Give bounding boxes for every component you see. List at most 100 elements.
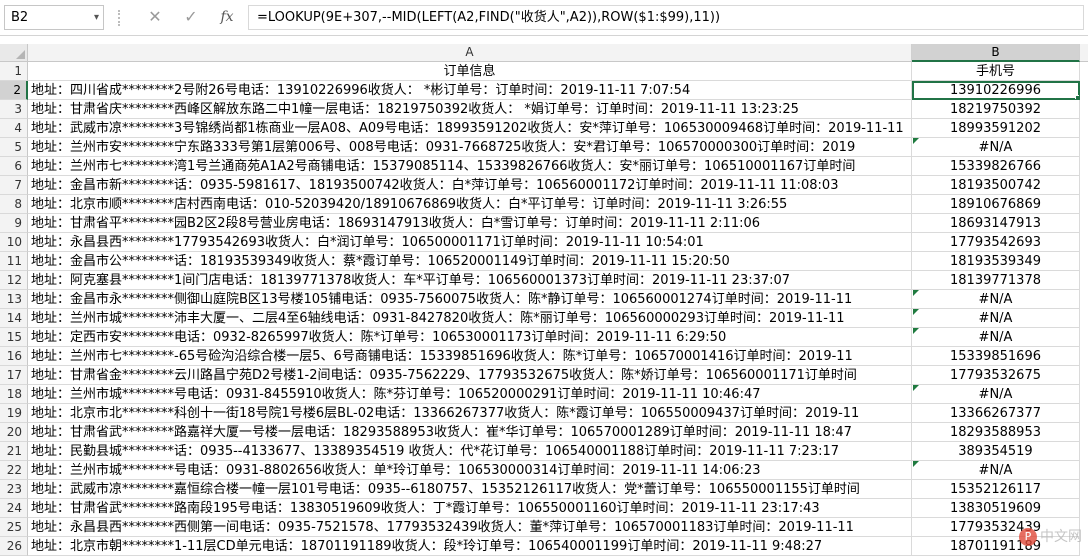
header-cell-order-info[interactable]: 订单信息 [28,62,912,81]
cell-value: #N/A [978,140,1013,155]
cell-order-info[interactable]: 地址：北京市北********科创十一街18号院1号楼6层BL-02电话：133… [28,404,912,423]
row-header[interactable]: 16 [0,347,28,366]
cell-order-info[interactable]: 地址：甘肃省平********园B2区2段8号营业房电话：18693147913… [28,214,912,233]
cell-phone[interactable]: 18293588953 [912,423,1080,442]
cell-order-info[interactable]: 地址：北京市顺********店村西南电话：010-52039420/18910… [28,195,912,214]
row-header[interactable]: 19 [0,404,28,423]
error-indicator-icon[interactable] [913,138,919,144]
chevron-down-icon[interactable]: ▾ [94,6,99,29]
table-row: 5 地址：兰州市安********宁东路333号第1层第006号、008号电话：0… [0,138,1088,157]
cell-order-info[interactable]: 地址：永昌县西********西侧第一间电话：0935-7521578、1779… [28,518,912,537]
insert-function-icon[interactable]: fx [216,6,238,28]
name-box-value: B2 [11,10,29,25]
cell-order-info[interactable]: 地址：甘肃省武********路南段195号电话：13830519609收货人：… [28,499,912,518]
row-header[interactable]: 7 [0,176,28,195]
cell-order-info[interactable]: 地址：民勤县城********话：0935--4133677、133893545… [28,442,912,461]
header-cell-phone[interactable]: 手机号 [912,62,1080,81]
cell-order-info[interactable]: 地址：兰州市七********湾1号兰通商苑A1A2号商铺电话：15379085… [28,157,912,176]
cell-phone[interactable]: 15339826766 [912,157,1080,176]
cell-phone[interactable]: 18193500742 [912,176,1080,195]
row-header[interactable]: 20 [0,423,28,442]
row-header[interactable]: 1 [0,62,28,81]
cell-phone[interactable]: #N/A [912,138,1080,157]
row-header[interactable]: 12 [0,271,28,290]
cell-value: 17793542693 [950,235,1041,250]
table-row: 6 地址：兰州市七********湾1号兰通商苑A1A2号商铺电话：1537908… [0,157,1088,176]
row-header[interactable]: 11 [0,252,28,271]
cell-order-info[interactable]: 地址：金昌市永********侧御山庭院B区13号楼105铺电话：0935-75… [28,290,912,309]
table-row: 26 地址：北京市朝********1-11层CD单元电话：18701191189… [0,537,1088,556]
cell-phone[interactable]: #N/A [912,328,1080,347]
row-header[interactable]: 23 [0,480,28,499]
column-header-c[interactable] [1080,44,1088,62]
cell-phone[interactable]: 15339851696 [912,347,1080,366]
cell-phone[interactable]: 18193539349 [912,252,1080,271]
row-header[interactable]: 9 [0,214,28,233]
cell-phone[interactable]: 18139771378 [912,271,1080,290]
cell-phone[interactable]: 17793532675 [912,366,1080,385]
row-header[interactable]: 17 [0,366,28,385]
cell-order-info[interactable]: 地址：定西市安********电话：0932-8265997收货人：陈*订单号：… [28,328,912,347]
cell-order-info[interactable]: 地址：兰州市城********号电话：0931-8455910收货人：陈*芬订单… [28,385,912,404]
cell-order-info[interactable]: 地址：兰州市城********号电话：0931-8802656收货人：单*玲订单… [28,461,912,480]
cell-order-info[interactable]: 地址：兰州市七********-65号硷沟沿综合楼一层5、6号商铺电话：1533… [28,347,912,366]
cell-order-info[interactable]: 地址：武威市凉********嘉恒综合楼一幢一层101号电话：0935--618… [28,480,912,499]
row-header[interactable]: 25 [0,518,28,537]
cell-order-info[interactable]: 地址：甘肃省金********云川路昌宁苑D2号楼1-2间电话：0935-756… [28,366,912,385]
formula-bar: B2 ▾ ✕ ✓ fx =LOOKUP(9E+307,--MID(LEFT(A2… [0,0,1088,36]
row-header[interactable]: 26 [0,537,28,556]
row-header[interactable]: 4 [0,119,28,138]
cell-order-info[interactable]: 地址：永昌县西********17793542693收货人：白*润订单号：106… [28,233,912,252]
row-header[interactable]: 15 [0,328,28,347]
error-indicator-icon[interactable] [913,328,919,334]
row-header[interactable]: 3 [0,100,28,119]
cell-order-info[interactable]: 地址：阿克塞县********1间门店电话：18139771378收货人：车*平… [28,271,912,290]
cell-phone[interactable]: 13830519609 [912,499,1080,518]
cell-order-info[interactable]: 地址：四川省成********2号附26号电话：13910226996收货人： … [28,81,912,100]
row-header[interactable]: 24 [0,499,28,518]
row-header[interactable]: 22 [0,461,28,480]
row-header[interactable]: 18 [0,385,28,404]
row-header[interactable]: 14 [0,309,28,328]
row-header[interactable]: 6 [0,157,28,176]
cell-phone[interactable]: 13910226996 [912,81,1080,100]
cell-order-info[interactable]: 地址：武威市凉********3号锦绣尚都1栋商业一层A08、A09号电话：18… [28,119,912,138]
cell-order-info[interactable]: 地址：甘肃省庆********西峰区解放东路二中1幢一层电话：182197503… [28,100,912,119]
error-indicator-icon[interactable] [913,385,919,391]
cell-phone[interactable]: #N/A [912,309,1080,328]
cell-phone[interactable]: 18993591202 [912,119,1080,138]
row-header[interactable]: 5 [0,138,28,157]
row-header[interactable]: 2 [0,81,28,100]
cell-phone[interactable]: 18219750392 [912,100,1080,119]
cell-phone[interactable]: 17793542693 [912,233,1080,252]
cell-phone[interactable]: 15352126117 [912,480,1080,499]
formula-input[interactable]: =LOOKUP(9E+307,--MID(LEFT(A2,FIND("收货人",… [248,5,1084,30]
error-indicator-icon[interactable] [913,309,919,315]
cancel-icon[interactable]: ✕ [144,6,166,28]
row-header[interactable]: 21 [0,442,28,461]
cell-phone[interactable]: 18693147913 [912,214,1080,233]
row-header[interactable]: 13 [0,290,28,309]
cell-phone[interactable]: #N/A [912,290,1080,309]
row-header[interactable]: 8 [0,195,28,214]
cell-order-info[interactable]: 地址：北京市朝********1-11层CD单元电话：18701191189收货… [28,537,912,556]
cell-phone[interactable]: 18910676869 [912,195,1080,214]
select-all-button[interactable] [0,44,28,62]
cell-phone[interactable]: 13366267377 [912,404,1080,423]
column-header-a[interactable]: A [28,44,912,62]
row-header[interactable]: 10 [0,233,28,252]
error-indicator-icon[interactable] [913,461,919,467]
cell-phone[interactable]: #N/A [912,461,1080,480]
column-header-b[interactable]: B [912,44,1080,62]
enter-icon[interactable]: ✓ [180,6,202,28]
cell-value: 18193500742 [950,178,1041,193]
cell-order-info[interactable]: 地址：金昌市公********话：18193539349收货人：蔡*霞订单号：1… [28,252,912,271]
cell-order-info[interactable]: 地址：兰州市城********沛丰大厦一、二层4至6轴线电话：0931-8427… [28,309,912,328]
cell-phone[interactable]: 389354519 [912,442,1080,461]
cell-order-info[interactable]: 地址：金昌市新********话：0935-5981617、1819350074… [28,176,912,195]
cell-order-info[interactable]: 地址：兰州市安********宁东路333号第1层第006号、008号电话：09… [28,138,912,157]
name-box[interactable]: B2 ▾ [4,5,104,30]
cell-order-info[interactable]: 地址：甘肃省武********路嘉祥大厦一号楼一层电话：18293588953收… [28,423,912,442]
cell-phone[interactable]: #N/A [912,385,1080,404]
error-indicator-icon[interactable] [913,290,919,296]
